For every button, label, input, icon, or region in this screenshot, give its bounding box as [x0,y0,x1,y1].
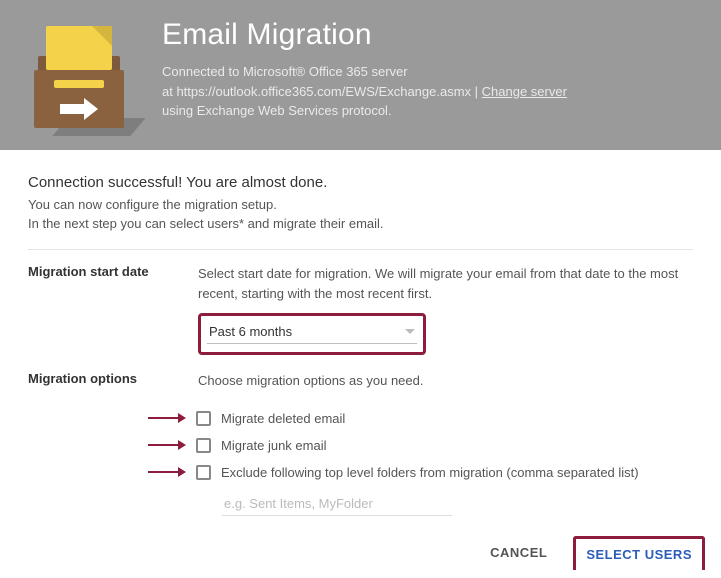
migration-box-icon [24,18,134,128]
option-exclude-label: Exclude following top level folders from… [221,465,639,480]
options-desc: Choose migration options as you need. [198,371,693,391]
start-date-label: Migration start date [28,264,198,355]
intro-line-1: You can now configure the migration setu… [28,197,693,212]
connection-line: Connected to Microsoft® Office 365 serve… [162,62,567,82]
start-date-highlight: Past 6 months [198,313,426,355]
intro-title: Connection successful! You are almost do… [28,174,693,191]
options-label: Migration options [28,371,198,401]
option-exclude-row: Exclude following top level folders from… [148,465,693,480]
pointer-arrow-icon [148,413,188,423]
option-deleted-row: Migrate deleted email [148,411,693,426]
footer-actions: CANCEL SELECT USERS [0,530,721,578]
intro-line-2: In the next step you can select users* a… [28,216,693,231]
checkbox-deleted-email[interactable] [196,411,211,426]
checkbox-junk-email[interactable] [196,438,211,453]
start-date-selected: Past 6 months [209,324,292,339]
start-date-dropdown[interactable]: Past 6 months [207,320,417,344]
page-title: Email Migration [162,18,567,52]
option-junk-label: Migrate junk email [221,438,327,453]
change-server-link[interactable]: Change server [482,84,567,99]
exclude-folders-input[interactable] [222,492,452,516]
option-junk-row: Migrate junk email [148,438,693,453]
connection-url-line: at https://outlook.office365.com/EWS/Exc… [162,82,567,102]
checkbox-exclude-folders[interactable] [196,465,211,480]
chevron-down-icon [405,329,415,334]
divider [28,249,693,250]
arrow-right-icon [60,98,104,118]
start-date-desc: Select start date for migration. We will… [198,264,693,303]
select-users-button[interactable]: SELECT USERS [573,536,705,570]
body-content: Connection successful! You are almost do… [0,150,721,530]
header-banner: Email Migration Connected to Microsoft® … [0,0,721,150]
protocol-line: using Exchange Web Services protocol. [162,101,567,121]
pointer-arrow-icon [148,440,188,450]
option-deleted-label: Migrate deleted email [221,411,345,426]
pointer-arrow-icon [148,467,188,477]
cancel-button[interactable]: CANCEL [484,537,553,568]
